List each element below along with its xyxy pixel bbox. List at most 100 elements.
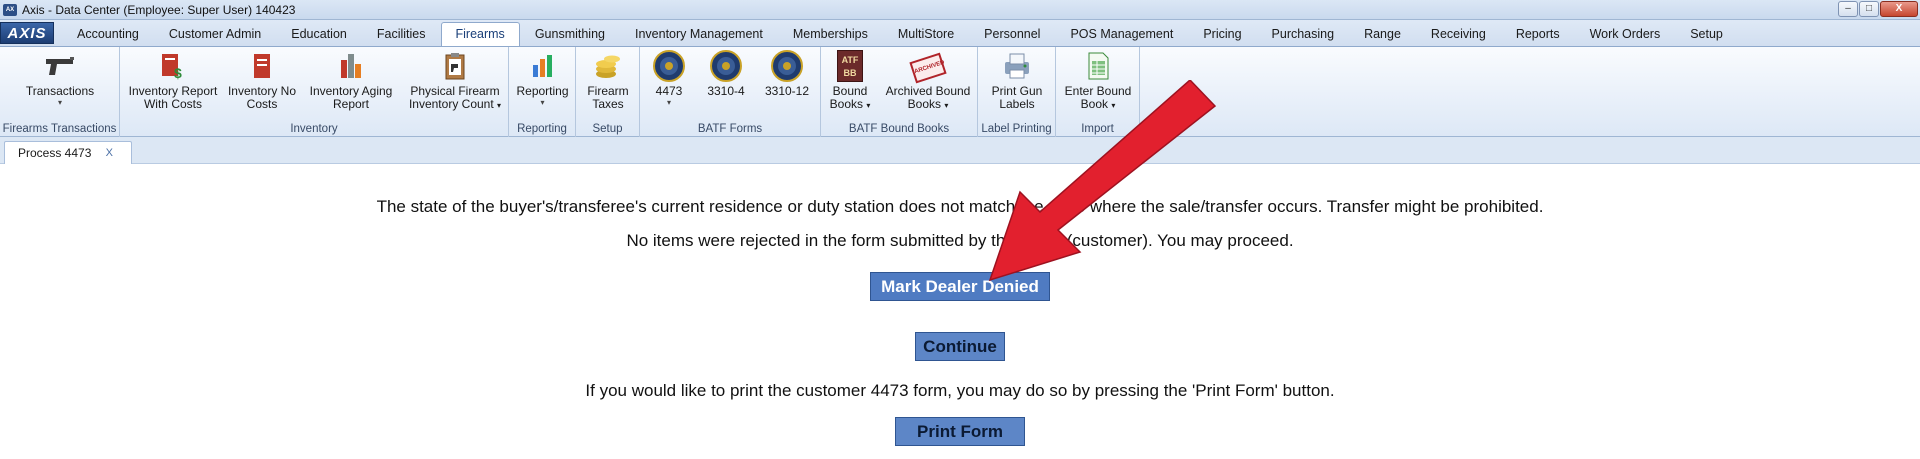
label-line1: Inventory Aging xyxy=(309,84,393,98)
close-window-button[interactable]: X xyxy=(1880,1,1918,17)
tab-gunsmithing[interactable]: Gunsmithing xyxy=(520,22,620,46)
form-4473-label: 4473 xyxy=(655,84,683,98)
no-items-rejected-message: No items were rejected in the form submi… xyxy=(626,231,1294,250)
group-inventory: $ Inventory Report With Costs Inventory … xyxy=(120,47,509,137)
bound-books-button[interactable]: ATF BB Bound Books ▾ xyxy=(825,49,875,112)
label-line2: Inventory Count xyxy=(408,97,494,111)
group-setup: Firearm Taxes Setup xyxy=(576,47,640,137)
tab-setup[interactable]: Setup xyxy=(1675,22,1738,46)
print-form-button[interactable]: Print Form xyxy=(895,417,1025,446)
spreadsheet-icon xyxy=(1081,49,1115,83)
pistol-icon xyxy=(43,49,77,83)
window-controls: – □ X xyxy=(1838,1,1918,17)
label-line2: Books xyxy=(829,97,863,111)
close-icon[interactable]: X xyxy=(106,142,113,164)
dropdown-arrow-icon: ▾ xyxy=(866,101,871,110)
dropdown-arrow-icon: ▾ xyxy=(944,101,949,110)
group-label-inventory: Inventory xyxy=(290,123,338,135)
label-line1: Physical Firearm xyxy=(410,84,500,98)
label-line2: Report xyxy=(332,97,370,111)
label-line2: Costs xyxy=(246,97,278,111)
tab-customer-admin[interactable]: Customer Admin xyxy=(154,22,276,46)
minimize-button[interactable]: – xyxy=(1838,1,1858,17)
group-label-import: Import xyxy=(1081,123,1114,135)
menu-bar: AXIS Accounting Customer Admin Education… xyxy=(0,20,1920,47)
form-4473-button[interactable]: 4473 ▾ xyxy=(644,49,694,107)
maximize-button[interactable]: □ xyxy=(1859,1,1879,17)
batf-seal-icon xyxy=(709,49,743,83)
report-icon xyxy=(245,49,279,83)
menu-tabs: Accounting Customer Admin Education Faci… xyxy=(62,22,1738,47)
tab-education[interactable]: Education xyxy=(276,22,362,46)
group-batf-forms: 4473 ▾ 3310-4 3310-12 BATF Forms xyxy=(640,47,821,137)
coins-icon xyxy=(591,49,625,83)
inventory-aging-report-button[interactable]: Inventory Aging Report xyxy=(307,49,395,111)
archived-stamp-icon: ARCHIVED xyxy=(909,49,947,84)
bar-chart-icon xyxy=(526,49,560,83)
batf-seal-icon xyxy=(770,49,804,83)
label-line2: Taxes xyxy=(592,97,624,111)
label-line2: Book xyxy=(1080,97,1108,111)
print-info-message: If you would like to print the customer … xyxy=(585,381,1335,400)
label-line1: Archived Bound xyxy=(885,84,971,98)
report-costs-icon: $ xyxy=(156,49,190,83)
group-label-label-printing: Label Printing xyxy=(981,123,1052,135)
tab-facilities[interactable]: Facilities xyxy=(362,22,441,46)
enter-bound-book-button[interactable]: Enter Bound Book ▾ xyxy=(1060,49,1136,112)
inventory-report-with-costs-button[interactable]: $ Inventory Report With Costs xyxy=(126,49,220,111)
continue-button[interactable]: Continue xyxy=(915,332,1005,361)
group-import: Enter Bound Book ▾ Import xyxy=(1056,47,1140,137)
tab-personnel[interactable]: Personnel xyxy=(969,22,1055,46)
print-gun-labels-button[interactable]: Print Gun Labels xyxy=(982,49,1052,111)
batf-seal-icon xyxy=(652,49,686,83)
dropdown-arrow-icon: ▾ xyxy=(1111,101,1116,110)
tab-multistore[interactable]: MultiStore xyxy=(883,22,969,46)
atf-books-text: ATF BB xyxy=(837,50,863,82)
dropdown-arrow-icon: ▾ xyxy=(666,98,671,107)
axis-logo[interactable]: AXIS xyxy=(0,22,54,44)
reporting-button[interactable]: Reporting ▾ xyxy=(511,49,574,107)
label-line1: Inventory Report xyxy=(128,84,218,98)
tab-pricing[interactable]: Pricing xyxy=(1188,22,1256,46)
reporting-label: Reporting xyxy=(516,84,569,98)
app-icon: AX xyxy=(3,3,17,16)
window-title: Axis - Data Center (Employee: Super User… xyxy=(22,2,296,17)
form-3310-4-button[interactable]: 3310-4 xyxy=(700,49,752,98)
clipboard-icon xyxy=(438,49,472,83)
dropdown-arrow-icon: ▾ xyxy=(540,98,545,107)
tab-accounting[interactable]: Accounting xyxy=(62,22,154,46)
firearm-taxes-button[interactable]: Firearm Taxes xyxy=(578,49,638,111)
state-mismatch-message: The state of the buyer's/transferee's cu… xyxy=(376,197,1544,216)
group-label-batf-forms: BATF Forms xyxy=(697,123,763,135)
label-line1: Bound xyxy=(832,84,868,98)
transactions-label: Transactions xyxy=(25,84,95,98)
document-tab-strip: Process 4473 X xyxy=(0,137,1920,164)
form-3310-4-label: 3310-4 xyxy=(707,84,745,98)
tab-range[interactable]: Range xyxy=(1349,22,1416,46)
title-bar: AX Axis - Data Center (Employee: Super U… xyxy=(0,0,1920,20)
dropdown-arrow-icon: ▾ xyxy=(497,101,502,110)
form-3310-12-label: 3310-12 xyxy=(764,84,810,98)
label-line2: Labels xyxy=(999,97,1035,111)
tab-firearms[interactable]: Firearms xyxy=(440,22,520,47)
label-line1: Inventory No xyxy=(227,84,297,98)
label-line2: With Costs xyxy=(143,97,202,111)
form-3310-12-button[interactable]: 3310-12 xyxy=(758,49,816,98)
physical-firearm-inventory-count-button[interactable]: Physical Firearm Inventory Count ▾ xyxy=(405,49,505,112)
tab-work-orders[interactable]: Work Orders xyxy=(1575,22,1676,46)
tab-reports[interactable]: Reports xyxy=(1501,22,1575,46)
tab-inventory-management[interactable]: Inventory Management xyxy=(620,22,778,46)
tab-pos-management[interactable]: POS Management xyxy=(1055,22,1188,46)
group-label-printing: Print Gun Labels Label Printing xyxy=(978,47,1056,137)
tab-memberships[interactable]: Memberships xyxy=(778,22,883,46)
doc-tab-process-4473[interactable]: Process 4473 X xyxy=(4,141,132,164)
mark-dealer-denied-button[interactable]: Mark Dealer Denied xyxy=(870,272,1050,301)
tab-receiving[interactable]: Receiving xyxy=(1416,22,1501,46)
inventory-no-costs-button[interactable]: Inventory No Costs xyxy=(225,49,299,111)
tab-purchasing[interactable]: Purchasing xyxy=(1257,22,1350,46)
transactions-button[interactable]: Transactions ▾ xyxy=(20,49,100,107)
group-label-setup: Setup xyxy=(592,123,623,135)
archived-bound-books-button[interactable]: ARCHIVED Archived Bound Books ▾ xyxy=(881,49,975,112)
group-reporting: Reporting ▾ Reporting xyxy=(509,47,576,137)
ribbon: Transactions ▾ Firearms Transactions $ I… xyxy=(0,46,1920,137)
